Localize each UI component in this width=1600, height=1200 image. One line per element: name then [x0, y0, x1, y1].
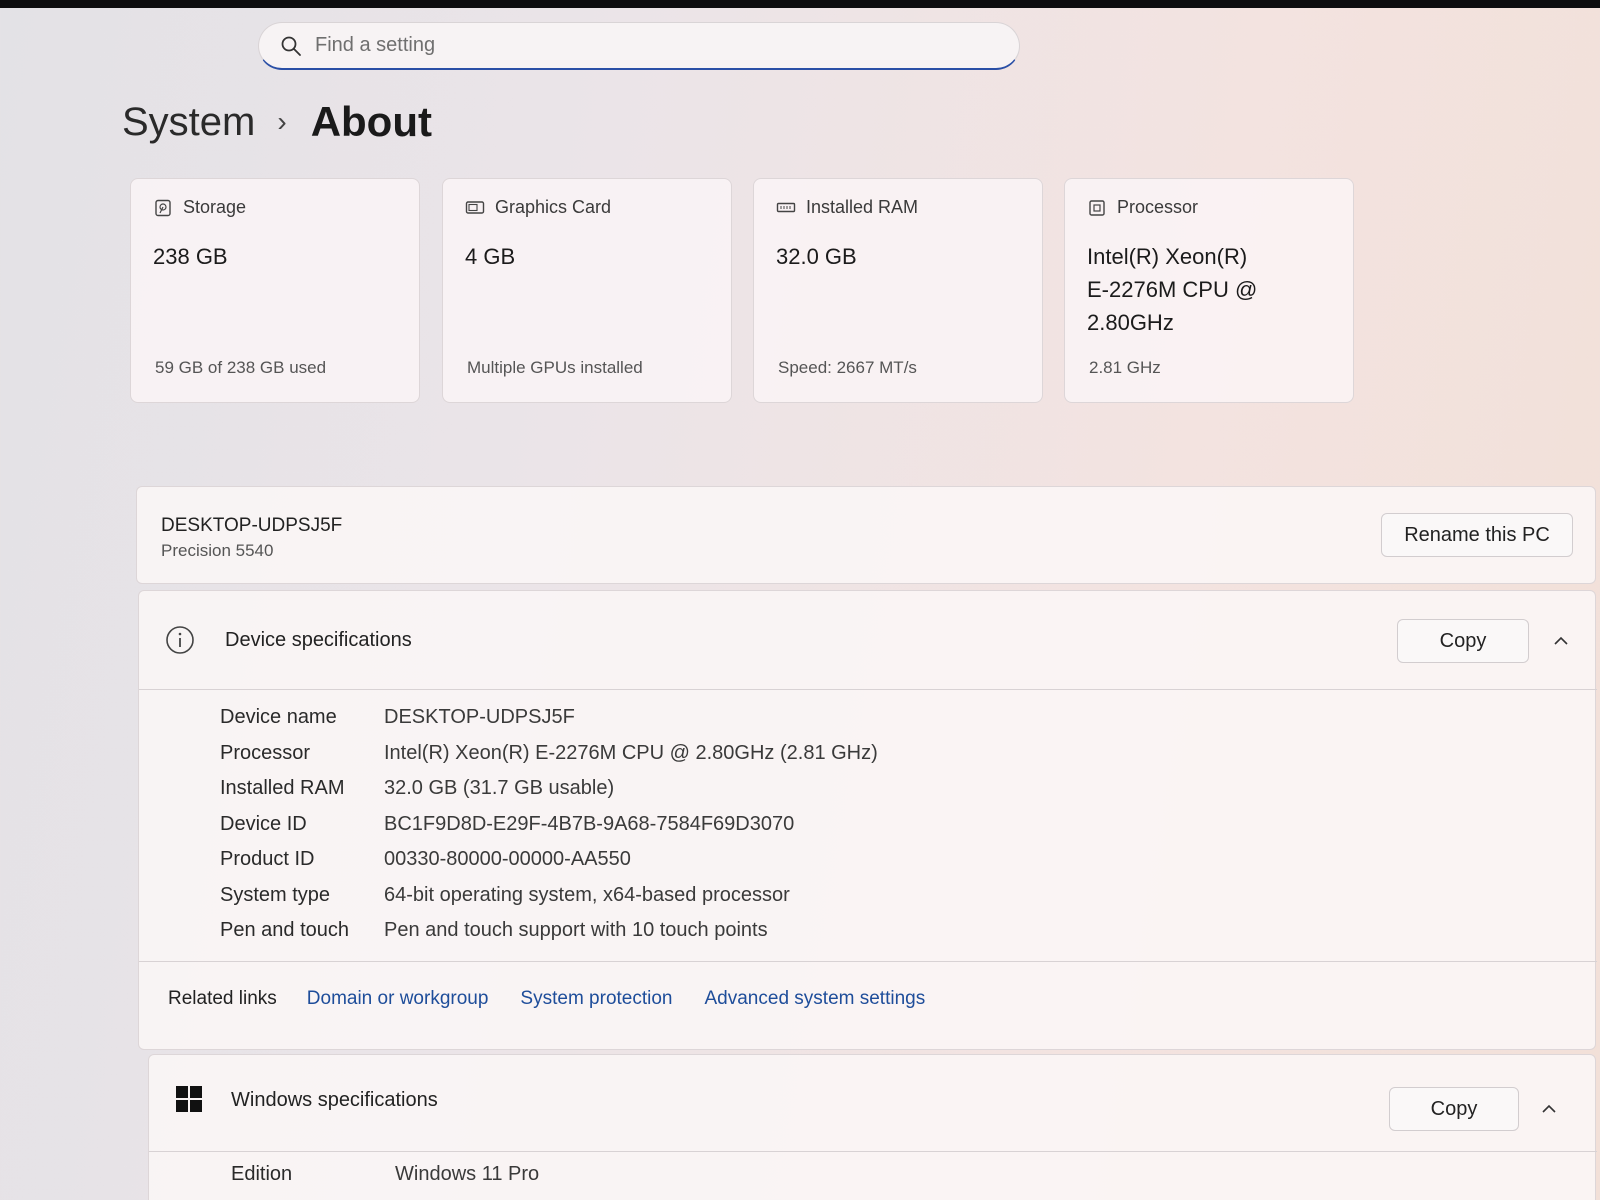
section-divider	[139, 961, 1597, 962]
spec-label: Pen and touch	[220, 919, 349, 942]
spec-value: Intel(R) Xeon(R) E-2276M CPU @ 2.80GHz (…	[384, 741, 878, 764]
spec-value: 64-bit operating system, x64-based proce…	[384, 883, 790, 906]
card-value: Intel(R) Xeon(R) E-2276M CPU @ 2.80GHz	[1087, 240, 1331, 339]
spec-label: Processor	[220, 741, 311, 764]
spec-row: Device ID BC1F9D8D-E29F-4B7B-9A68-7584F69…	[220, 807, 878, 843]
search-input[interactable]	[315, 34, 955, 57]
domain-or-workgroup-link[interactable]: Domain or workgroup	[307, 988, 489, 1010]
processor-card[interactable]: Processor Intel(R) Xeon(R) E-2276M CPU @…	[1064, 178, 1354, 403]
windows-specifications-panel: Windows specifications Copy Edition Wind…	[148, 1054, 1597, 1200]
spec-value: Pen and touch support with 10 touch poin…	[384, 919, 768, 942]
screen-top-edge	[0, 0, 1600, 8]
spec-value: 00330-80000-00000-AA550	[384, 848, 631, 871]
graphics-card-icon	[465, 198, 485, 218]
search-box[interactable]	[258, 22, 1020, 70]
spec-label: Edition	[231, 1163, 293, 1186]
windows-specifications-title: Windows specifications	[231, 1089, 438, 1111]
spec-label: System type	[220, 883, 331, 906]
spec-row: Installed RAM 32.0 GB (31.7 GB usable)	[220, 771, 878, 807]
spec-row: Pen and touch Pen and touch support with …	[220, 913, 878, 949]
card-subtext: Speed: 2667 MT/s	[778, 358, 917, 377]
spec-value: DESKTOP-UDPSJ5F	[384, 706, 575, 729]
card-subtext: 2.81 GHz	[1089, 358, 1161, 377]
section-divider	[149, 1151, 1597, 1152]
spec-row: Product ID 00330-80000-00000-AA550	[220, 842, 878, 878]
ram-icon	[776, 198, 796, 218]
search-icon	[277, 32, 305, 60]
card-title: Graphics Card	[495, 197, 612, 217]
card-value: 238 GB	[153, 244, 228, 269]
spec-value: Windows 11 Pro	[395, 1163, 540, 1186]
chevron-up-icon[interactable]	[1549, 629, 1573, 653]
spec-value: 32.0 GB (31.7 GB usable)	[384, 777, 615, 800]
card-subtext: Multiple GPUs installed	[467, 358, 643, 377]
pc-model: Precision 5540	[161, 541, 274, 560]
graphics-card-card[interactable]: Graphics Card 4 GB Multiple GPUs install…	[442, 178, 732, 403]
breadcrumb-system[interactable]: System	[122, 100, 255, 145]
spec-row: System type 64-bit operating system, x64-…	[220, 878, 878, 914]
info-icon	[165, 625, 195, 655]
chevron-up-icon[interactable]	[1537, 1097, 1561, 1121]
card-title: Storage	[183, 197, 247, 217]
page-title: About	[310, 98, 432, 145]
spec-row: Device name DESKTOP-UDPSJ5F	[220, 700, 878, 736]
spec-row: Processor Intel(R) Xeon(R) E-2276M CPU @ …	[220, 736, 878, 772]
spec-value: BC1F9D8D-E29F-4B7B-9A68-7584F69D3070	[384, 812, 795, 835]
related-links: Related links Domain or workgroup System…	[168, 988, 957, 1010]
device-specs-list: Device name DESKTOP-UDPSJ5F Processor Inte…	[220, 700, 878, 949]
spec-label: Installed RAM	[220, 777, 345, 800]
card-value: 4 GB	[465, 244, 516, 269]
storage-icon	[153, 198, 173, 218]
spec-row: Edition Windows 11 Pro	[231, 1157, 539, 1193]
card-subtext: 59 GB of 238 GB used	[155, 358, 327, 377]
processor-line: 2.80GHz	[1087, 310, 1174, 335]
card-title: Installed RAM	[806, 197, 919, 217]
copy-device-specs-button[interactable]: Copy	[1397, 619, 1529, 663]
card-title: Processor	[1117, 197, 1199, 217]
system-protection-link[interactable]: System protection	[520, 988, 672, 1010]
pc-name-panel: DESKTOP-UDPSJ5F Precision 5540 Rename th…	[136, 486, 1596, 584]
spec-label: Product ID	[220, 848, 315, 871]
storage-card[interactable]: Storage 238 GB 59 GB of 238 GB used	[130, 178, 420, 403]
pc-name: DESKTOP-UDPSJ5F	[161, 515, 343, 536]
processor-line: Intel(R) Xeon(R)	[1087, 244, 1248, 269]
related-links-label: Related links	[168, 988, 277, 1009]
section-divider	[139, 689, 1597, 690]
spec-label: Device ID	[220, 812, 307, 835]
breadcrumb: System › About	[122, 98, 432, 146]
windows-logo-icon	[175, 1085, 203, 1113]
advanced-system-settings-link[interactable]: Advanced system settings	[705, 988, 926, 1010]
card-value: 32.0 GB	[776, 244, 857, 269]
rename-pc-button[interactable]: Rename this PC	[1381, 513, 1573, 557]
installed-ram-card[interactable]: Installed RAM 32.0 GB Speed: 2667 MT/s	[753, 178, 1043, 403]
device-specifications-title: Device specifications	[225, 629, 412, 651]
copy-windows-specs-button[interactable]: Copy	[1389, 1087, 1519, 1131]
processor-line: E-2276M CPU @	[1087, 277, 1258, 302]
breadcrumb-separator-icon: ›	[277, 106, 287, 137]
processor-icon	[1087, 198, 1107, 218]
spec-label: Device name	[220, 706, 337, 729]
